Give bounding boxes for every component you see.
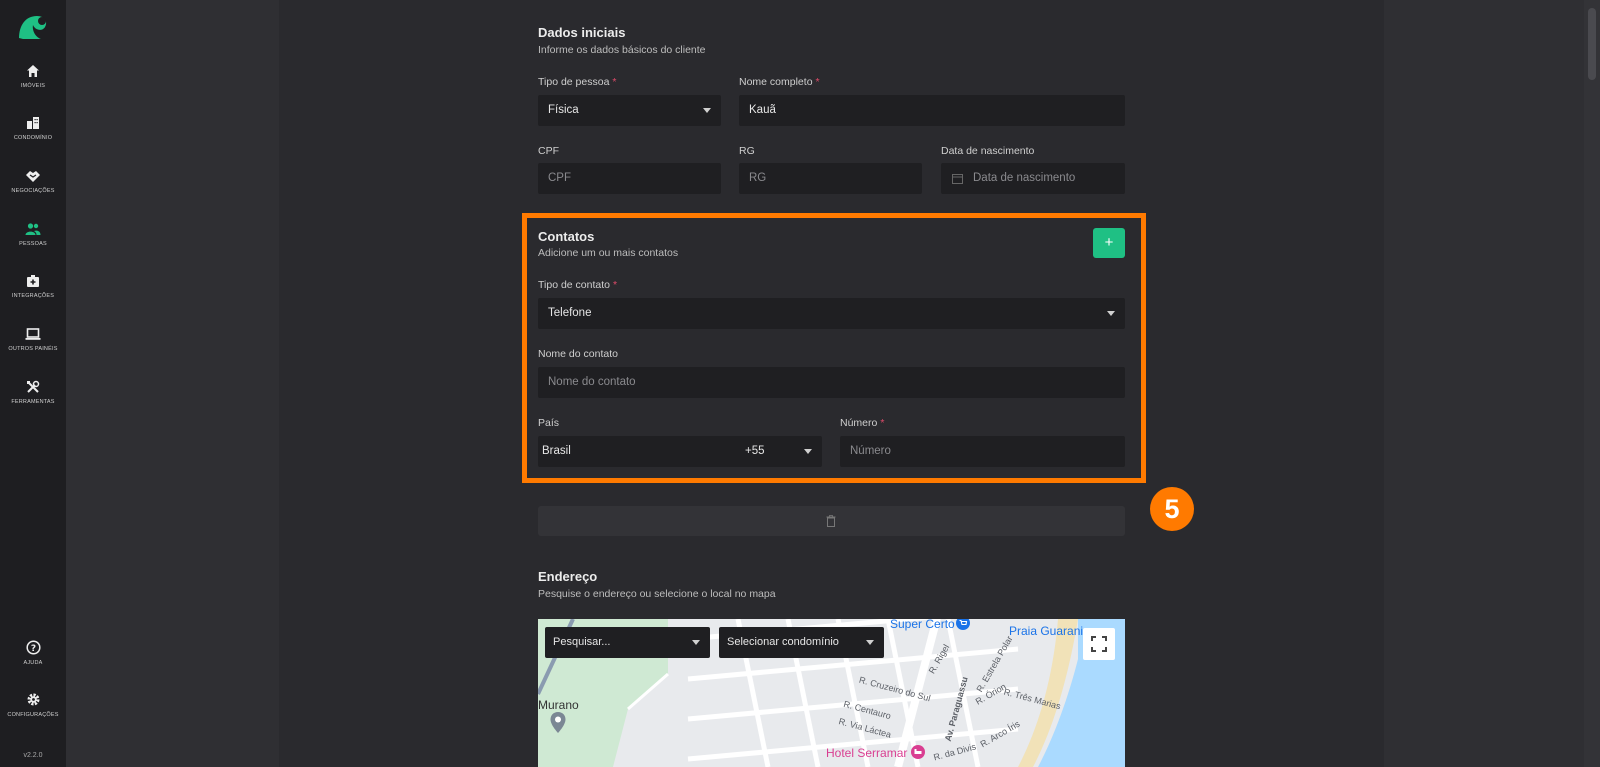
cpf-label: CPF [538, 145, 559, 157]
chevron-down-icon [804, 449, 812, 454]
handshake-icon [26, 171, 40, 182]
fullscreen-button[interactable] [1083, 628, 1115, 660]
sidebar-item-configuracoes[interactable]: CONFIGURAÇÕES [0, 692, 66, 718]
pais-value: Brasil [542, 445, 571, 457]
tipo-pessoa-select[interactable]: Física [538, 95, 721, 126]
hotel-icon [911, 745, 925, 759]
country-code: +55 [745, 445, 765, 457]
sidebar-item-label: PESSOAS [19, 241, 47, 247]
integrations-icon [27, 275, 39, 287]
dados-iniciais-subtitle: Informe os dados básicos do cliente [538, 44, 706, 56]
sidebar-item-imoveis[interactable]: IMÓVEIS [0, 64, 66, 89]
right-gutter [1384, 0, 1600, 767]
cpf-input[interactable]: CPF [538, 163, 721, 194]
sidebar-item-label: CONFIGURAÇÕES [7, 712, 59, 718]
sidebar-item-label: AJUDA [23, 660, 43, 666]
map-place-praia-guarani[interactable]: Praia Guarani [1009, 624, 1083, 638]
numero-label: Número * [840, 417, 885, 429]
trash-icon [826, 515, 836, 527]
left-gutter [66, 0, 279, 767]
nome-contato-placeholder: Nome do contato [548, 376, 636, 388]
sidebar-item-ajuda[interactable]: ? AJUDA [0, 640, 66, 666]
map-place-hotel-serramar[interactable]: Hotel Serramar [826, 746, 907, 760]
help-icon: ? [25, 640, 41, 655]
app-logo[interactable] [15, 10, 51, 42]
nome-contato-input[interactable]: Nome do contato [538, 367, 1125, 398]
calendar-icon [952, 174, 963, 184]
sidebar-item-negociacoes[interactable]: NEGOCIAÇÕES [0, 169, 66, 194]
tipo-contato-label: Tipo de contato * [538, 279, 618, 291]
map-pin-icon [550, 712, 566, 733]
nome-contato-label: Nome do contato [538, 348, 618, 360]
rg-input[interactable]: RG [739, 163, 922, 194]
condominio-placeholder: Selecionar condomínio [727, 636, 839, 648]
data-nascimento-label: Data de nascimento [941, 145, 1035, 157]
chevron-down-icon [866, 640, 874, 645]
endereco-subtitle: Pesquise o endereço ou selecione o local… [538, 588, 776, 600]
pais-select[interactable]: Brasil +55 [538, 436, 822, 467]
contatos-title: Contatos [538, 229, 595, 244]
rg-label: RG [739, 145, 755, 157]
sidebar-item-label: IMÓVEIS [20, 83, 46, 89]
data-nascimento-placeholder: Data de nascimento [973, 172, 1076, 184]
sidebar-item-label: INTEGRAÇÕES [11, 293, 55, 299]
data-nascimento-input[interactable]: Data de nascimento [941, 163, 1125, 194]
sidebar-item-label: OUTROS PAINÉIS [8, 346, 58, 352]
sidebar-item-outros-paineis[interactable]: OUTROS PAINÉIS [0, 327, 66, 352]
map[interactable]: Pesquisar... Selecionar condomínio Super… [538, 619, 1125, 767]
scrollbar-thumb[interactable] [1588, 8, 1596, 80]
shopping-cart-icon [956, 619, 970, 630]
chevron-down-icon [692, 640, 700, 645]
contatos-subtitle: Adicione um ou mais contatos [538, 247, 679, 259]
buildings-icon [27, 117, 39, 129]
chevron-down-icon [1107, 311, 1115, 316]
people-icon [25, 223, 41, 235]
nome-completo-input[interactable]: Kauã [739, 95, 1125, 126]
app-version: v2.2.0 [23, 752, 43, 759]
sidebar: IMÓVEIS CONDOMÍNIO NEGOCIAÇÕES PESSOAS I… [0, 0, 66, 767]
endereco-title: Endereço [538, 569, 598, 584]
numero-input[interactable]: Número [840, 436, 1125, 467]
sidebar-item-label: CONDOMÍNIO [13, 135, 53, 141]
tipo-pessoa-value: Física [548, 104, 579, 116]
delete-contact-button[interactable] [538, 506, 1125, 536]
map-place-murano[interactable]: Murano [538, 698, 579, 712]
step-callout-badge: 5 [1150, 487, 1194, 531]
map-place-super-certo[interactable]: Super Certo [890, 619, 955, 631]
nome-completo-value: Kauã [749, 104, 776, 116]
sidebar-item-label: FERRAMENTAS [11, 399, 55, 405]
rg-placeholder: RG [749, 172, 767, 184]
nome-completo-label: Nome completo * [739, 76, 820, 88]
sidebar-item-pessoas[interactable]: PESSOAS [0, 222, 66, 247]
dados-iniciais-title: Dados iniciais [538, 25, 626, 40]
tipo-contato-value: Telefone [548, 307, 592, 319]
cpf-placeholder: CPF [548, 172, 571, 184]
map-search-placeholder: Pesquisar... [553, 636, 611, 648]
laptop-icon [25, 328, 41, 340]
map-search-select[interactable]: Pesquisar... [545, 627, 710, 658]
gear-icon [27, 693, 39, 706]
tipo-contato-select[interactable]: Telefone [538, 298, 1125, 329]
svg-text:?: ? [30, 644, 35, 654]
sidebar-item-condominio[interactable]: CONDOMÍNIO [0, 116, 66, 141]
sidebar-item-integracoes[interactable]: INTEGRAÇÕES [0, 274, 66, 299]
chevron-down-icon [703, 108, 711, 113]
sidebar-item-ferramentas[interactable]: FERRAMENTAS [0, 380, 66, 405]
numero-placeholder: Número [850, 445, 891, 457]
scrollbar[interactable] [1584, 0, 1600, 767]
sidebar-item-label: NEGOCIAÇÕES [11, 188, 55, 194]
condominio-select[interactable]: Selecionar condomínio [719, 627, 884, 658]
fullscreen-icon [1091, 636, 1107, 652]
tipo-pessoa-label: Tipo de pessoa * [538, 76, 617, 88]
home-icon [27, 65, 39, 77]
add-contact-button[interactable]: + [1093, 228, 1125, 258]
pais-label: País [538, 417, 560, 429]
tools-icon [27, 380, 40, 393]
